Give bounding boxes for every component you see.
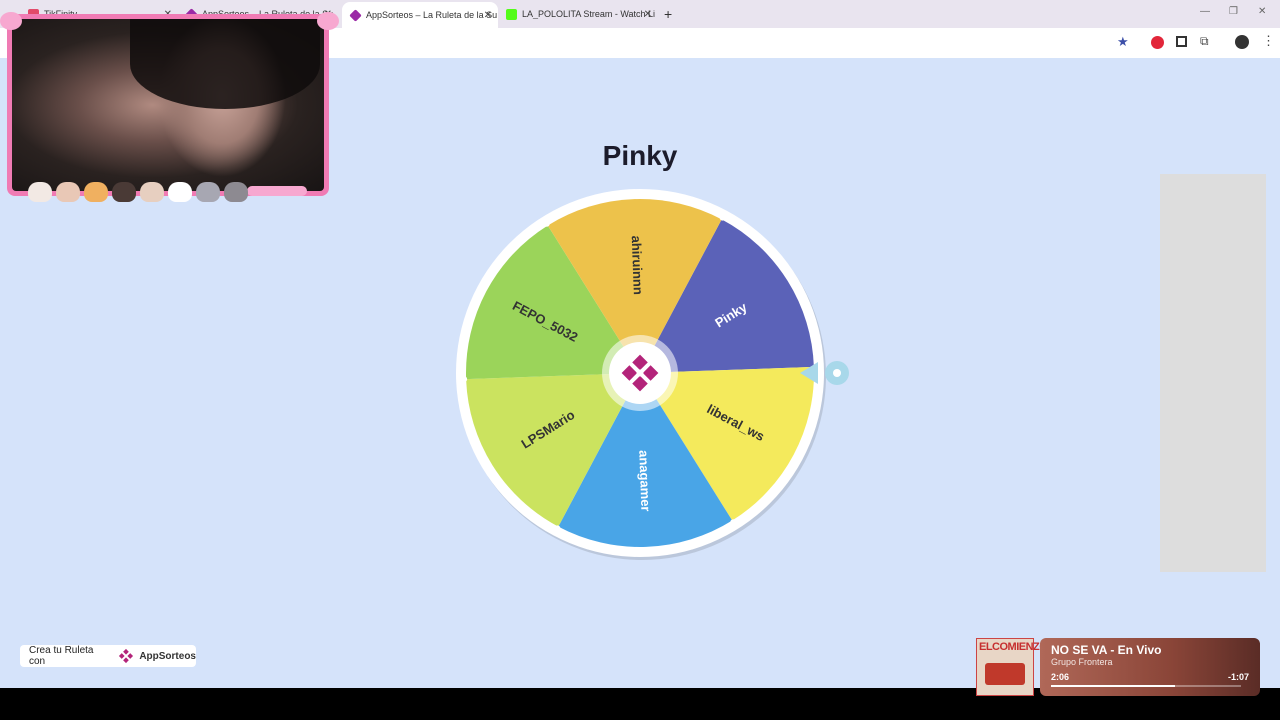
cat-icon <box>224 182 248 202</box>
winner-title: Pinky <box>602 140 678 171</box>
roulette-wheel[interactable]: Pinky liberal_ws anagamer LPSMario FEPO_5032… <box>455 188 855 565</box>
album-art: ELCOMIENZO <box>976 638 1048 696</box>
heart-decoration-icon <box>317 12 339 30</box>
wheel-peg <box>543 220 550 227</box>
bookmark-star-icon[interactable]: ★ <box>1117 34 1129 50</box>
cat-icon <box>84 182 108 202</box>
menu-kebab-icon[interactable]: ⋮ <box>1262 33 1275 49</box>
progress-track <box>1051 685 1241 687</box>
wheel-peg <box>719 214 726 221</box>
new-tab-button[interactable]: + <box>664 4 678 24</box>
progress-fill <box>1051 685 1175 687</box>
window-close-icon[interactable]: ✕ <box>1258 6 1266 17</box>
kick-favicon-icon <box>506 8 517 20</box>
song-title: NO SE VA - En Vivo <box>1051 643 1162 657</box>
credit-text: Crea tu Ruleta con <box>29 645 94 667</box>
webcam-feed <box>12 19 324 191</box>
extension-adblock-icon[interactable] <box>1151 36 1164 49</box>
cat-icon <box>28 182 52 202</box>
cat-decorations <box>28 182 248 202</box>
webcam-overlay <box>0 12 339 196</box>
album-car-image <box>985 663 1025 685</box>
cat-icon <box>140 182 164 202</box>
credit-brand: AppSorteos <box>139 650 196 662</box>
cat-icon <box>56 182 80 202</box>
wheel-peg <box>554 525 561 532</box>
appsorteos-logo-icon <box>119 648 134 664</box>
restore-icon[interactable]: ❐ <box>1229 6 1238 17</box>
close-icon[interactable]: ✕ <box>644 9 652 20</box>
cat-icon <box>168 182 192 202</box>
wheel-label-anagamer: anagamer <box>636 450 653 512</box>
wheel-peg <box>461 376 468 383</box>
profile-avatar[interactable] <box>1235 35 1249 49</box>
wheel-svg[interactable]: Pinkyliberal_wsanagamerLPSMarioFEPO_5032… <box>455 188 855 560</box>
plus-icon: + <box>664 6 673 22</box>
tab-2-active[interactable]: AppSorteos – La Ruleta de la Su ✕ <box>342 2 498 28</box>
tab-2-title: AppSorteos – La Ruleta de la Su <box>366 10 498 20</box>
ad-placeholder <box>1160 174 1266 572</box>
album-art-text: ELCOMIENZO <box>979 641 1048 653</box>
now-playing-panel: NO SE VA - En Vivo Grupo Frontera 2:06 -… <box>1040 638 1260 696</box>
minimize-icon[interactable]: — <box>1200 6 1210 17</box>
close-icon[interactable]: ✕ <box>484 10 492 21</box>
tab-3-title: LA_POLOLITA Stream - Watch Li <box>522 9 656 19</box>
remaining-time: -1:07 <box>1227 672 1249 682</box>
appsorteos-favicon-icon <box>349 8 362 22</box>
extension-capture-icon[interactable] <box>1176 36 1187 47</box>
cat-icon <box>112 182 136 202</box>
hearts-decoration-icon <box>247 186 307 196</box>
cat-icon <box>196 182 220 202</box>
create-roulette-credit[interactable]: Crea tu Ruleta con AppSorteos <box>20 645 196 667</box>
tab-3[interactable]: LA_POLOLITA Stream - Watch Li ✕ <box>506 4 658 24</box>
now-playing-widget: ELCOMIENZO NO SE VA - En Vivo Grupo Fron… <box>976 638 1260 696</box>
wheel-peg <box>730 519 737 526</box>
elapsed-time: 2:06 <box>1051 672 1070 682</box>
streamer-hair <box>130 19 320 109</box>
heart-decoration-icon <box>0 12 22 30</box>
wheel-label-ahiruinnn: ahiruinnn <box>629 235 646 295</box>
song-artist: Grupo Frontera <box>1051 657 1113 667</box>
extensions-puzzle-icon[interactable]: ⧉ <box>1200 34 1209 49</box>
